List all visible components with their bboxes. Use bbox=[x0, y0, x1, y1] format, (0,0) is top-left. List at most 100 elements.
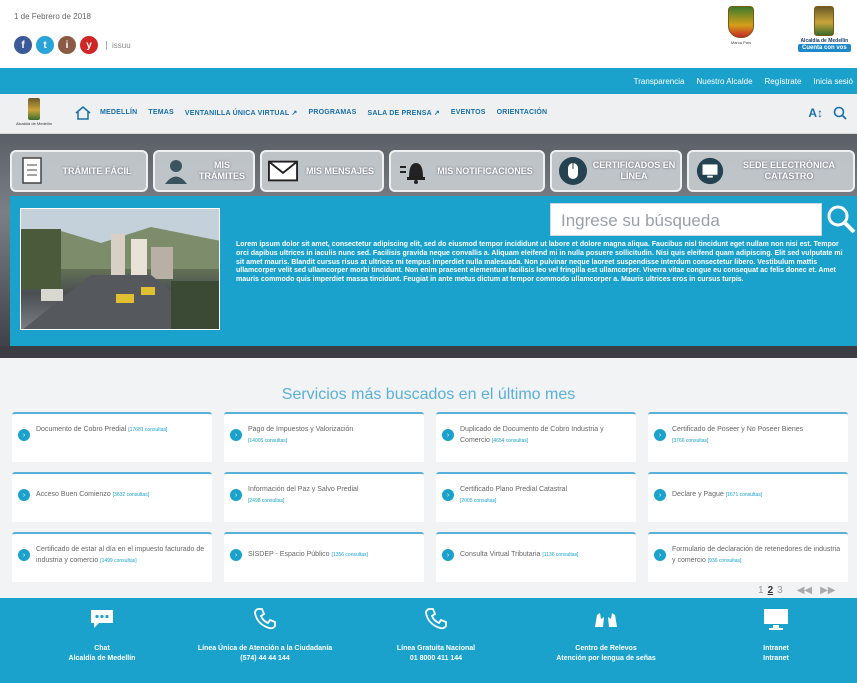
nav-tools: A↕ bbox=[808, 106, 847, 120]
arrow-icon: › bbox=[442, 549, 454, 561]
footer-centro-relevos[interactable]: Centro de Relevos Atención por lengua de… bbox=[516, 608, 696, 664]
search-input[interactable]: Ingrese su búsqueda bbox=[561, 211, 720, 231]
twitter-icon[interactable]: t bbox=[36, 36, 54, 54]
hero-bottom-strip bbox=[0, 346, 857, 358]
service-count: [2005 consultas] bbox=[460, 498, 497, 504]
footer-line2: Intranet bbox=[763, 655, 789, 662]
instagram-icon[interactable]: i bbox=[58, 36, 76, 54]
service-label: Pago de Impuestos y Valorización bbox=[248, 426, 354, 433]
nav-transparencia[interactable]: Transparencia bbox=[634, 77, 685, 86]
tile-mis-notificaciones[interactable]: MIS NOTIFICACIONES bbox=[389, 150, 545, 192]
service-card[interactable]: › Información del Paz y Salvo Predial [249… bbox=[224, 472, 424, 522]
arrow-icon: › bbox=[230, 429, 242, 441]
tile-sede-catastro[interactable]: SEDE ELECTRÓNICA CATASTRO bbox=[687, 150, 855, 192]
menu-eventos[interactable]: EVENTOS bbox=[451, 109, 486, 117]
document-icon bbox=[18, 156, 48, 186]
page-1[interactable]: 1 bbox=[758, 585, 764, 596]
menu-programas[interactable]: PROGRAMAS bbox=[308, 109, 356, 117]
monitor-icon bbox=[686, 608, 857, 630]
footer-linea-unica[interactable]: Línea Única de Atención a la Ciudadanía … bbox=[175, 608, 355, 664]
current-date: 1 de Febrero de 2018 bbox=[14, 12, 91, 21]
envelope-icon bbox=[268, 156, 298, 186]
nav-logo[interactable]: Alcaldía de Medellín bbox=[16, 98, 52, 126]
service-count: [3766 consultas] bbox=[672, 438, 709, 444]
tile-mis-mensajes[interactable]: MIS MENSAJES bbox=[260, 150, 384, 192]
alcaldia-logo[interactable]: Alcaldía de Medellín Cuenta con vos bbox=[798, 6, 851, 52]
service-card[interactable]: › SISDEP - Espacio Público [1356 consulta… bbox=[224, 532, 424, 582]
arrow-icon: › bbox=[442, 429, 454, 441]
arrow-icon: › bbox=[654, 549, 666, 561]
footer-linea-gratuita[interactable]: Línea Gratuita Nacional 01 8000 411 144 bbox=[346, 608, 526, 664]
tile-label: MIS TRÁMITES bbox=[199, 160, 245, 181]
service-count: [1356 consultas] bbox=[331, 552, 368, 558]
youtube-icon[interactable]: y bbox=[80, 36, 98, 54]
service-card[interactable]: › Duplicado de Documento de Cobro Industr… bbox=[436, 412, 636, 462]
service-card[interactable]: › Formulario de declaración de retenedore… bbox=[648, 532, 848, 582]
menu-sala-prensa[interactable]: SALA DE PRENSA ↗ bbox=[368, 109, 440, 117]
service-card[interactable]: › Certificado de Poseer y No Poseer Biene… bbox=[648, 412, 848, 462]
nav-registrate[interactable]: Regístrate bbox=[765, 77, 802, 86]
search-box[interactable]: Ingrese su búsqueda bbox=[550, 203, 822, 236]
service-label: SISDEP - Espacio Público bbox=[248, 551, 330, 558]
footer-line1: Centro de Relevos bbox=[575, 645, 637, 652]
tile-label: MIS NOTIFICACIONES bbox=[437, 165, 533, 176]
page: 1 de Febrero de 2018 f t i y issuu Marca… bbox=[0, 0, 857, 683]
service-label: Formulario de declaración de retenedores… bbox=[672, 546, 841, 564]
issuu-link[interactable]: issuu bbox=[106, 40, 131, 50]
tile-label: MIS MENSAJES bbox=[305, 165, 374, 176]
footer-line2: (574) 44 44 144 bbox=[240, 655, 290, 662]
top-header: 1 de Febrero de 2018 f t i y issuu Marca… bbox=[0, 0, 857, 68]
menu-ventanilla[interactable]: VENTANILLA ÚNICA VIRTUAL ↗ bbox=[185, 109, 298, 117]
nav-nuestro-alcalde[interactable]: Nuestro Alcalde bbox=[696, 77, 752, 86]
mouse-icon bbox=[558, 156, 588, 186]
home-icon[interactable] bbox=[75, 106, 91, 120]
phone-icon bbox=[346, 608, 526, 630]
footer-chat[interactable]: Chat Alcaldía de Medellín bbox=[12, 608, 192, 664]
bell-icon bbox=[397, 156, 427, 186]
colombia-shield-logo: Marca País bbox=[728, 6, 754, 45]
service-card[interactable]: › Acceso Buen Comienzo [3632 consultas] bbox=[12, 472, 212, 522]
main-nav: Alcaldía de Medellín MEDELLÍN TEMAS VENT… bbox=[0, 94, 857, 134]
service-count: [17681 consultas] bbox=[128, 427, 168, 433]
footer-line1: Intranet bbox=[763, 645, 789, 652]
footer-line2: 01 8000 411 144 bbox=[409, 655, 463, 662]
footer-line1: Línea Única de Atención a la Ciudadanía bbox=[197, 645, 333, 652]
next-page-icon[interactable]: ▶▶ bbox=[820, 585, 835, 596]
menu-orientacion[interactable]: ORIENTACIÓN bbox=[497, 109, 548, 117]
service-count: [3632 consultas] bbox=[112, 492, 150, 498]
tile-tramite-facil[interactable]: TRÁMITE FÁCIL bbox=[10, 150, 148, 192]
menu-temas[interactable]: TEMAS bbox=[148, 109, 174, 117]
service-count: [2498 consultas] bbox=[248, 498, 285, 504]
page-3[interactable]: 3 bbox=[777, 585, 783, 596]
arrow-icon: › bbox=[654, 429, 666, 441]
monitor-icon bbox=[695, 156, 725, 186]
tile-label: TRÁMITE FÁCIL bbox=[62, 165, 132, 176]
service-card[interactable]: › Certificado Plano Predial Catastral [200… bbox=[436, 472, 636, 522]
chat-icon bbox=[12, 608, 192, 630]
hero-description: Lorem ipsum dolor sit amet, consectetur … bbox=[236, 241, 843, 284]
tile-label: CERTIFICADOS EN LÍNEA bbox=[592, 160, 676, 181]
tile-certificados[interactable]: CERTIFICADOS EN LÍNEA bbox=[550, 150, 682, 192]
service-card[interactable]: › Documento de Cobro Predial [17681 consu… bbox=[12, 412, 212, 462]
prev-page-icon[interactable]: ◀◀ bbox=[797, 585, 812, 596]
service-card[interactable]: › Pago de Impuestos y Valorización [14005 … bbox=[224, 412, 424, 462]
service-card[interactable]: › Declare y Pague [1671 consultas] bbox=[648, 472, 848, 522]
arrow-icon: › bbox=[18, 549, 30, 561]
service-card[interactable]: › Certificado de estar al día en el impue… bbox=[12, 532, 212, 582]
user-icon bbox=[161, 156, 191, 186]
page-2[interactable]: 2 bbox=[768, 585, 774, 596]
nav-inicia-sesion[interactable]: Inicia sesió bbox=[813, 77, 853, 86]
facebook-icon[interactable]: f bbox=[14, 36, 32, 54]
menu-medellin[interactable]: MEDELLÍN bbox=[100, 109, 137, 117]
search-icon[interactable] bbox=[833, 106, 847, 120]
text-size-icon[interactable]: A↕ bbox=[808, 106, 823, 120]
arrow-icon: › bbox=[18, 429, 30, 441]
arrow-icon: › bbox=[18, 489, 30, 501]
main-menu: MEDELLÍN TEMAS VENTANILLA ÚNICA VIRTUAL … bbox=[100, 109, 547, 117]
tile-mis-tramites[interactable]: MIS TRÁMITES bbox=[153, 150, 255, 192]
footer-line1: Línea Gratuita Nacional bbox=[396, 645, 476, 652]
service-card[interactable]: › Consulta Virtual Tributaria [1136 consu… bbox=[436, 532, 636, 582]
search-button-icon[interactable] bbox=[826, 204, 856, 234]
footer-intranet[interactable]: Intranet Intranet bbox=[686, 608, 857, 664]
arrow-icon: › bbox=[442, 489, 454, 501]
